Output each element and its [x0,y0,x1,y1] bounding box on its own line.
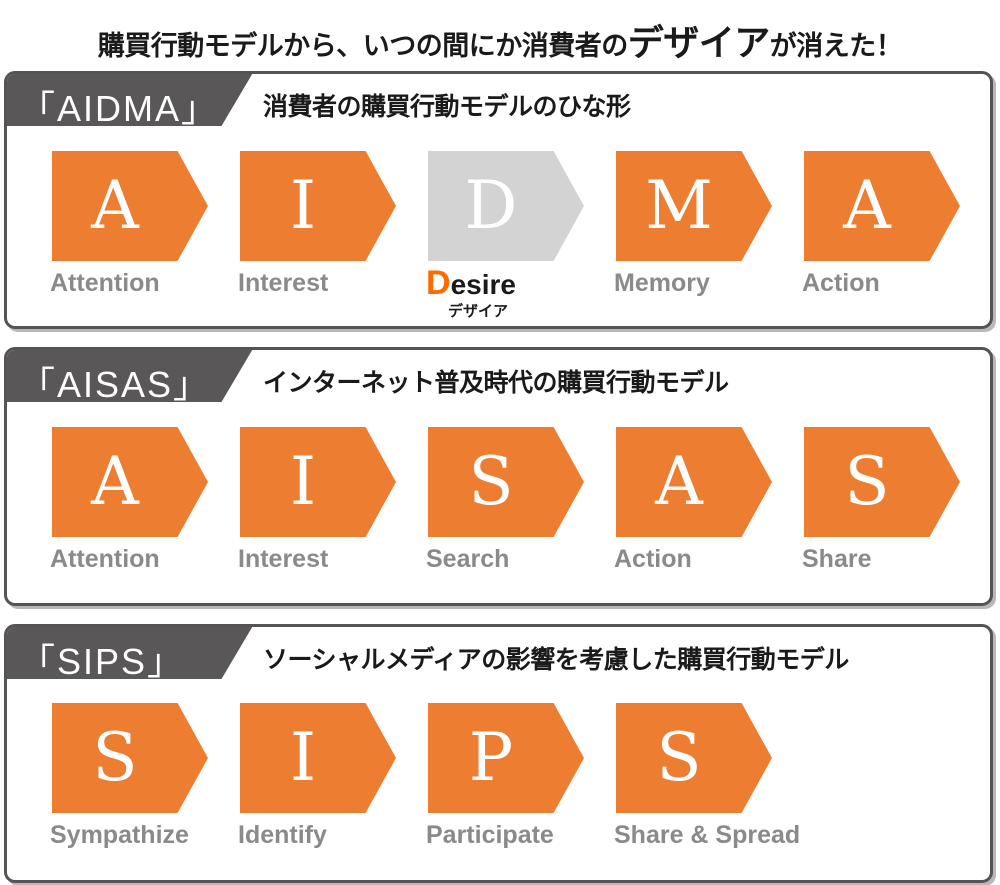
step-label: Search [426,545,510,573]
step-letter: I [289,167,317,244]
title-after: が消えた！ [769,31,903,62]
step-letter: S [844,443,890,520]
step-letter: I [289,443,317,520]
step-letter: S [92,719,138,796]
model-name: 「AISAS」 [19,364,212,405]
step-letter: S [468,443,514,520]
step-label: Memory [614,269,710,297]
model-description: 消費者の購買行動モデルのひな形 [263,92,631,121]
step-label: Attention [50,269,160,297]
panel-aidma: 「AIDMA」 消費者の購買行動モデルのひな形 A Attention I In… [4,71,993,329]
step-label: Interest [238,269,329,297]
step-letter: A [655,443,703,520]
step-label: Action [802,269,880,297]
title-before: 購買行動モデルから、いつの間にか消費者の [97,31,629,62]
desire-label-rest: esire [450,269,516,300]
title-emphasis: デザイア [627,23,771,64]
step-letter: I [289,719,317,796]
model-name: 「SIPS」 [19,641,186,682]
step-label: Action [614,545,692,573]
step-letter: M [645,167,713,244]
step-label: Interest [238,545,329,573]
step-label: Share [802,545,872,573]
panel-aisas: 「AISAS」 インターネット普及時代の購買行動モデル A Attention … [4,347,993,606]
desire-katakana: デザイア [448,302,509,320]
step-letter: A [91,167,139,244]
model-name: 「AIDMA」 [19,88,220,129]
step-label: Participate [426,821,554,849]
step-label: Attention [50,545,160,573]
step-letter: S [656,719,702,796]
desire-label-initial: D [426,264,451,302]
step-label: Share & Spread [614,821,801,849]
step-letter: A [91,443,139,520]
step-label: Sympathize [50,821,189,849]
step-label: Identify [238,821,327,849]
main-title: 購買行動モデルから、いつの間にか消費者のデザイアが消えた！ [0,14,1000,66]
step-letter: P [468,719,514,796]
desire-label: Desire [426,264,516,303]
model-description: インターネット普及時代の購買行動モデル [263,368,729,397]
step-letter: A [843,167,891,244]
panel-sips: 「SIPS」 ソーシャルメディアの影響を考慮した購買行動モデル S Sympat… [4,624,993,883]
model-description: ソーシャルメディアの影響を考慮した購買行動モデル [263,645,849,674]
step-letter: D [464,167,518,244]
